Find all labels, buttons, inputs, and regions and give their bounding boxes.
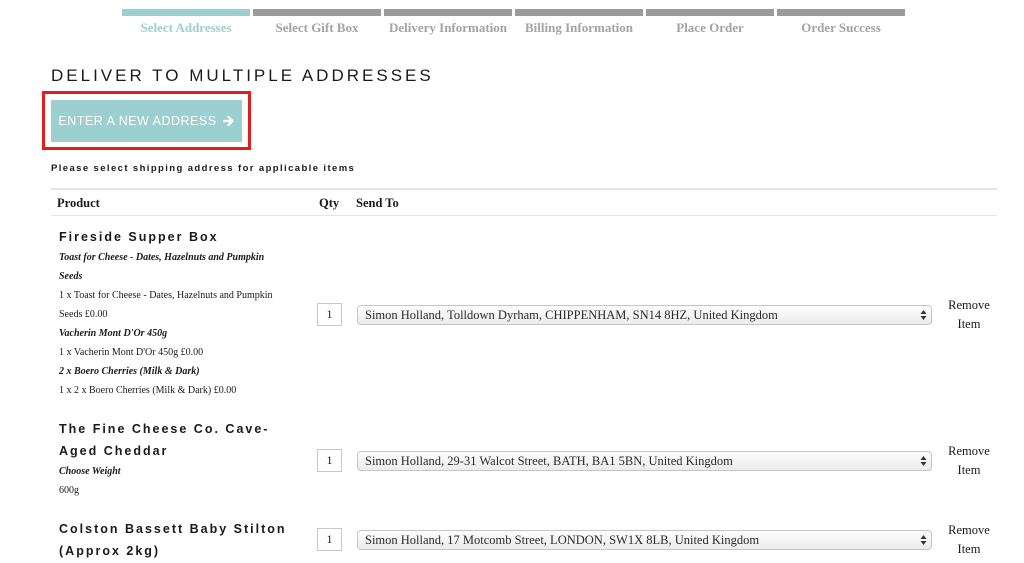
option-title: Vacherin Mont D'Or 450g: [59, 328, 168, 339]
button-label: ENTER A NEW ADDRESS: [58, 114, 217, 128]
table-header-divider: [51, 215, 997, 216]
column-header-qty: Qty: [319, 196, 340, 210]
address-select[interactable]: Simon Holland, 17 Motcomb Street, LONDON…: [357, 530, 932, 550]
step-bar: [777, 9, 905, 16]
step-label: Select Gift Box: [275, 20, 359, 35]
product-name: Fireside Supper Box: [59, 230, 219, 244]
column-header-product: Product: [57, 196, 100, 210]
step-select-addresses[interactable]: Select Addresses: [122, 9, 250, 36]
option-title: Choose Weight: [59, 466, 121, 477]
select-arrows-icon: [920, 310, 927, 320]
checkout-progress: Select Addresses Select Gift Box Deliver…: [122, 9, 905, 36]
qty-input[interactable]: [317, 303, 342, 326]
option-value: 1 x 2 x Boero Cherries (Milk & Dark) £0.…: [59, 385, 237, 396]
step-billing-information[interactable]: Billing Information: [515, 9, 643, 36]
address-select[interactable]: Simon Holland, Tolldown Dyrham, CHIPPENH…: [357, 305, 932, 325]
step-label: Order Success: [801, 20, 881, 35]
product-name: The Fine Cheese Co. Cave-Aged Cheddar: [59, 422, 270, 458]
option-value: 600g: [59, 485, 79, 496]
product-name: Colston Bassett Baby Stilton (Approx 2kg…: [59, 522, 287, 558]
option-title: Toast for Cheese - Dates, Hazelnuts and …: [59, 252, 265, 282]
instruction-text: Please select shipping address for appli…: [51, 163, 356, 174]
step-bar: [384, 9, 512, 16]
address-select-value: Simon Holland, 29-31 Walcot Street, BATH…: [365, 454, 733, 468]
table-row: The Fine Cheese Co. Cave-Aged Cheddar Ch…: [59, 418, 274, 500]
step-place-order[interactable]: Place Order: [646, 9, 774, 36]
option-value: 1 x Toast for Cheese - Dates, Hazelnuts …: [59, 290, 273, 320]
remove-item-link[interactable]: Remove Item: [943, 442, 995, 480]
table-row: Colston Bassett Baby Stilton (Approx 2kg…: [59, 518, 294, 562]
remove-item-link[interactable]: Remove Item: [943, 521, 995, 559]
arrow-right-icon: [222, 115, 234, 127]
enter-new-address-button[interactable]: ENTER A NEW ADDRESS: [51, 100, 242, 142]
qty-input[interactable]: [317, 449, 342, 472]
option-title: 2 x Boero Cherries (Milk & Dark): [59, 366, 200, 377]
step-label: Place Order: [676, 20, 744, 35]
address-select[interactable]: Simon Holland, 29-31 Walcot Street, BATH…: [357, 451, 932, 471]
page-title: DELIVER TO MULTIPLE ADDRESSES: [51, 66, 434, 85]
step-label: Billing Information: [525, 20, 633, 35]
select-arrows-icon: [920, 456, 927, 466]
table-top-divider: [51, 188, 997, 190]
step-bar: [122, 9, 250, 16]
step-label: Delivery Information: [388, 20, 508, 35]
remove-item-link[interactable]: Remove Item: [943, 296, 995, 334]
step-delivery-information[interactable]: Delivery Information: [384, 9, 512, 36]
step-bar: [515, 9, 643, 16]
qty-input[interactable]: [317, 528, 342, 551]
step-label: Select Addresses: [140, 20, 232, 35]
address-select-value: Simon Holland, Tolldown Dyrham, CHIPPENH…: [365, 308, 778, 322]
address-select-value: Simon Holland, 17 Motcomb Street, LONDON…: [365, 533, 760, 547]
step-order-success[interactable]: Order Success: [777, 9, 905, 36]
step-bar: [253, 9, 381, 16]
option-value: 1 x Vacherin Mont D'Or 450g £0.00: [59, 347, 204, 358]
select-arrows-icon: [920, 535, 927, 545]
step-bar: [646, 9, 774, 16]
table-row: Fireside Supper Box Toast for Cheese - D…: [59, 226, 289, 400]
column-header-send-to: Send To: [356, 196, 399, 210]
step-select-gift-box[interactable]: Select Gift Box: [253, 9, 381, 36]
